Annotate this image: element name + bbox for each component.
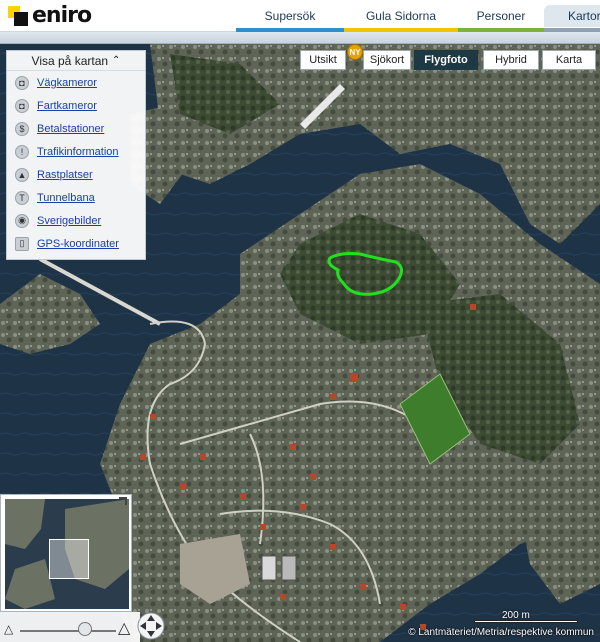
eye-icon: ◉	[15, 213, 29, 228]
tab-kartor[interactable]: Kartor	[544, 5, 600, 32]
layer-item-trafikinformation[interactable]: ! Trafikinformation	[7, 140, 145, 163]
main-tabs: Supersök Gula Sidorna Personer Kartor	[236, 5, 600, 32]
logo-text: eniro	[32, 3, 92, 28]
camera-icon: ◘	[15, 75, 29, 90]
pan-control-icon[interactable]	[137, 612, 165, 640]
eniro-logo[interactable]: eniro	[8, 3, 92, 28]
sub-header-bar	[0, 32, 600, 44]
view-mode-utsikt[interactable]: Utsikt	[300, 50, 346, 70]
site-header: eniro Supersök Gula Sidorna Personer Kar…	[0, 0, 600, 32]
layer-label: Trafikinformation	[37, 145, 119, 158]
warning-icon: !	[15, 144, 29, 159]
tab-label: Supersök	[264, 9, 316, 23]
gps-device-icon: ▯	[15, 236, 29, 251]
speed-camera-icon: ◘	[15, 98, 29, 113]
view-mode-hybrid[interactable]: Hybrid	[483, 50, 539, 70]
zoom-out-icon[interactable]: △	[4, 622, 13, 636]
view-mode-flygfoto[interactable]: Flygfoto	[414, 50, 478, 70]
logo-mark-icon	[8, 6, 28, 26]
layer-item-rastplatser[interactable]: ▲ Rastplatser	[7, 163, 145, 186]
chevron-up-icon: ⌃	[112, 55, 121, 66]
layer-label: Rastplatser	[37, 168, 93, 181]
layer-label: GPS-koordinater	[37, 237, 119, 250]
layer-label: Vägkameror	[37, 76, 97, 89]
overview-map-image	[5, 499, 129, 609]
view-mode-karta[interactable]: Karta	[542, 50, 596, 70]
layer-item-fartkameror[interactable]: ◘ Fartkameror	[7, 94, 145, 117]
collapse-overview-icon[interactable]	[119, 497, 127, 505]
layer-item-tunnelbana[interactable]: T Tunnelbana	[7, 186, 145, 209]
subway-icon: T	[15, 190, 29, 205]
layer-label: Tunnelbana	[37, 191, 95, 204]
zoom-slider[interactable]: △ △	[0, 612, 140, 642]
layer-label: Fartkameror	[37, 99, 97, 112]
layer-item-gps-koordinater[interactable]: ▯ GPS-koordinater	[7, 232, 145, 255]
view-mode-tabs: Utsikt Sjökort Flygfoto Hybrid Karta	[300, 50, 599, 70]
tab-supersok[interactable]: Supersök	[236, 5, 344, 32]
tab-personer[interactable]: Personer	[458, 5, 544, 32]
rest-area-icon: ▲	[15, 167, 29, 182]
tab-label: Gula Sidorna	[365, 9, 437, 23]
tab-label: Personer	[476, 9, 526, 23]
layer-item-sverigebilder[interactable]: ◉ Sverigebilder	[7, 209, 145, 232]
layers-panel: Visa på kartan ⌃ ◘ Vägkameror ◘ Fartkamero…	[6, 50, 146, 260]
layers-panel-header[interactable]: Visa på kartan ⌃	[7, 51, 145, 71]
tab-label: Kartor	[568, 9, 600, 23]
scale-label: 200 m	[502, 610, 530, 621]
overview-minimap[interactable]	[0, 494, 132, 612]
layer-label: Sverigebilder	[37, 214, 102, 227]
layer-label: Betalstationer	[37, 122, 105, 135]
zoom-thumb[interactable]	[78, 622, 92, 636]
toll-station-icon: $	[15, 121, 29, 136]
view-mode-sjokort[interactable]: Sjökort	[363, 50, 411, 70]
app-window: eniro Supersök Gula Sidorna Personer Kar…	[0, 0, 600, 642]
zoom-in-icon[interactable]: △	[118, 618, 130, 638]
layers-panel-title: Visa på kartan	[31, 53, 109, 68]
tab-gula-sidorna[interactable]: Gula Sidorna	[344, 5, 458, 32]
layer-item-betalstationer[interactable]: $ Betalstationer	[7, 117, 145, 140]
copyright-text: © Lantmäteriet/Metria/respektive kommun	[408, 627, 594, 638]
new-badge-icon: NY	[347, 44, 363, 60]
zoom-track[interactable]	[20, 630, 116, 632]
layer-item-vagkameror[interactable]: ◘ Vägkameror	[7, 71, 145, 94]
scale-bar: 200 m	[474, 610, 584, 626]
overview-viewport-indicator[interactable]	[49, 539, 89, 579]
